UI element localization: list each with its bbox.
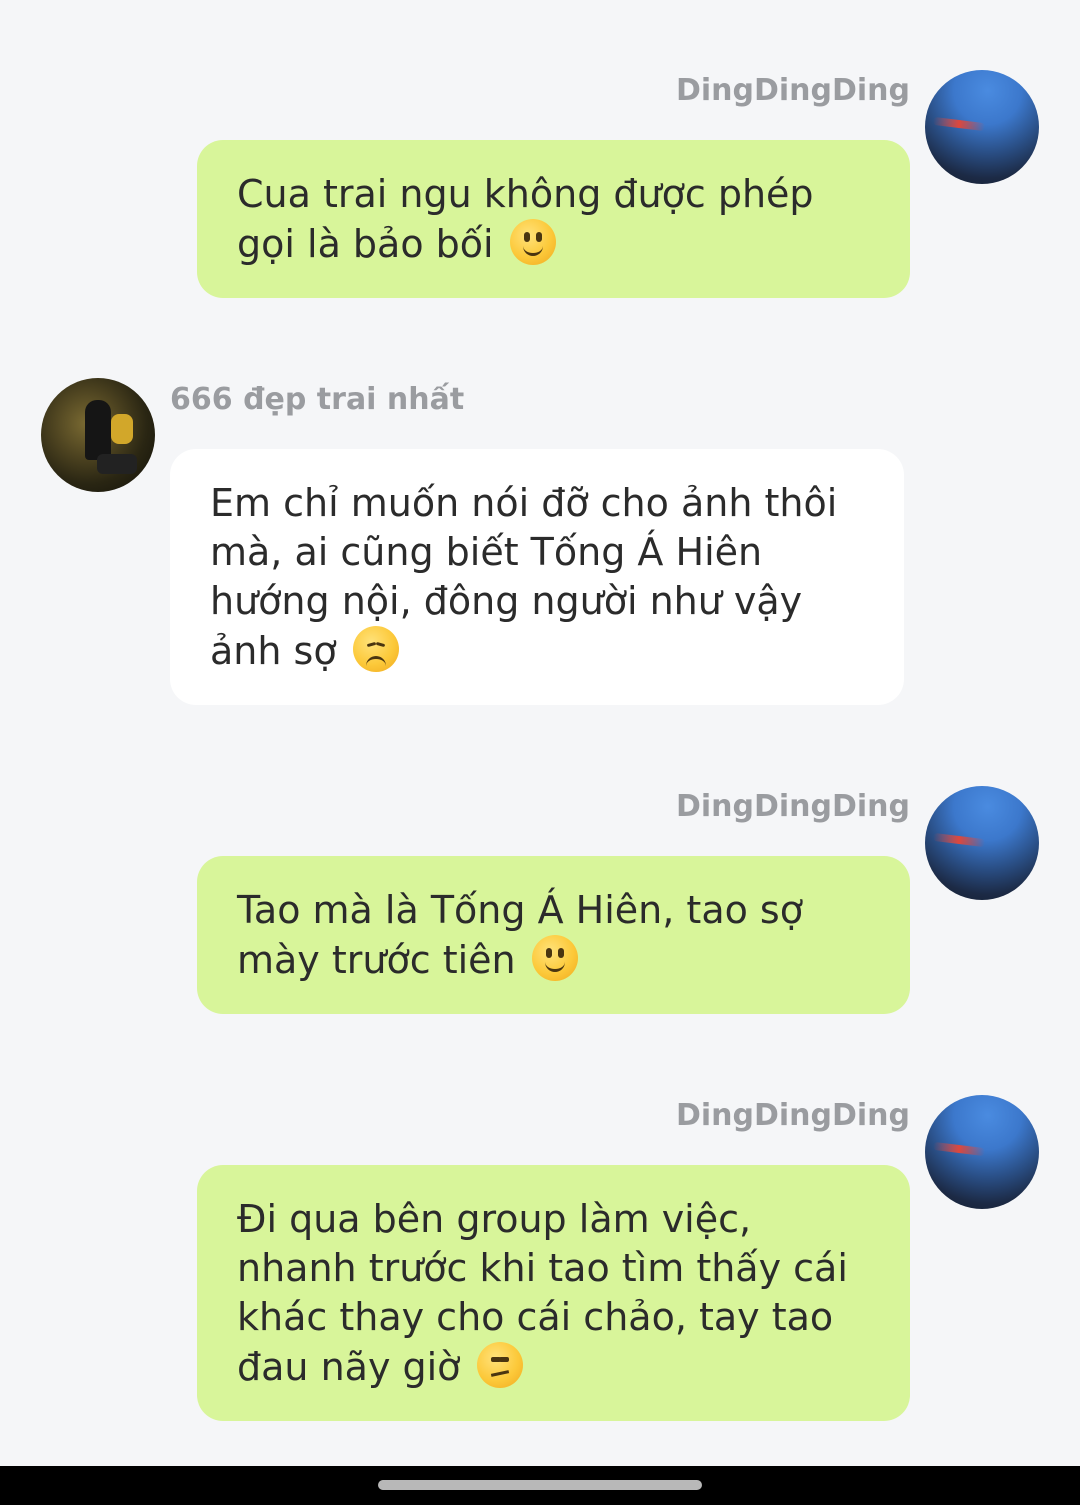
- message-text: Đi qua bên group làm việc, nhanh trước k…: [237, 1197, 848, 1389]
- avatar[interactable]: [925, 1095, 1039, 1209]
- home-gesture-handle[interactable]: [378, 1480, 702, 1490]
- slightly-smiling-face-icon: [531, 935, 578, 981]
- avatar[interactable]: [41, 378, 155, 492]
- message-bubble[interactable]: Cua trai ngu không được phép gọi là bảo …: [197, 140, 910, 298]
- slightly-smiling-face-icon: [509, 219, 556, 265]
- message-bubble[interactable]: Em chỉ muốn nói đỡ cho ảnh thôi mà, ai c…: [170, 449, 904, 705]
- system-navigation-bar: [0, 1466, 1080, 1505]
- message-text: Em chỉ muốn nói đỡ cho ảnh thôi mà, ai c…: [210, 481, 838, 673]
- chat-message-list[interactable]: DingDingDing Cua trai ngu không được phé…: [0, 0, 1080, 1466]
- message-bubble[interactable]: Tao mà là Tống Á Hiên, tao sợ mày trước …: [197, 856, 910, 1014]
- avatar[interactable]: [925, 70, 1039, 184]
- sender-name: DingDingDing: [675, 1098, 910, 1133]
- disappointed-face-icon: [352, 626, 399, 672]
- avatar[interactable]: [925, 786, 1039, 900]
- sender-name: DingDingDing: [675, 789, 910, 824]
- sender-name: 666 đẹp trai nhất: [170, 382, 465, 417]
- sender-name: DingDingDing: [675, 73, 910, 108]
- unamused-face-icon: [476, 1342, 523, 1388]
- message-text: Tao mà là Tống Á Hiên, tao sợ mày trước …: [237, 888, 803, 982]
- message-bubble[interactable]: Đi qua bên group làm việc, nhanh trước k…: [197, 1165, 910, 1421]
